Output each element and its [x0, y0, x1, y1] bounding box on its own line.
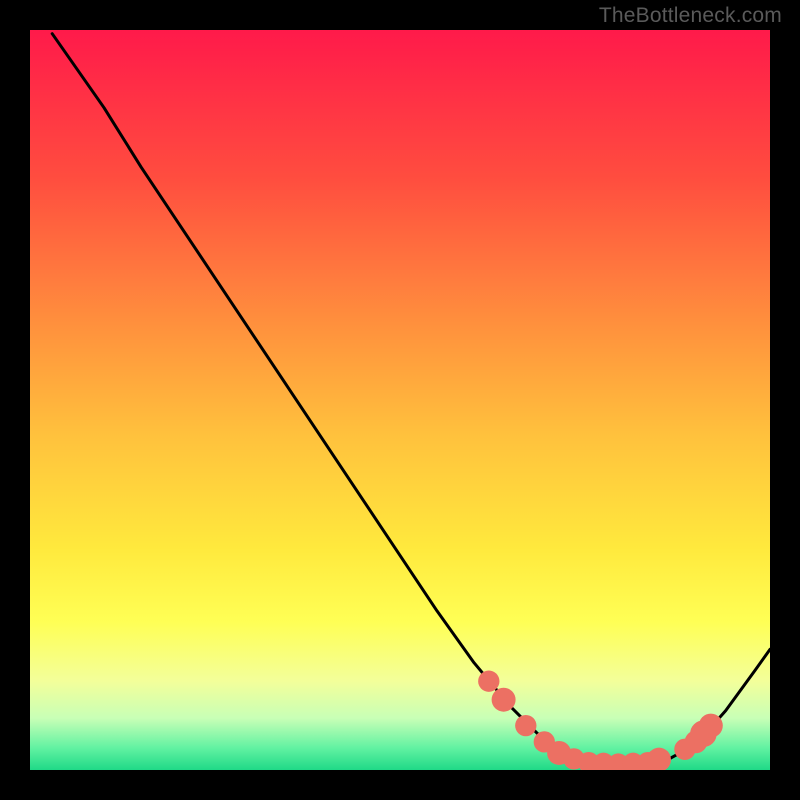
- data-marker: [699, 714, 723, 738]
- chart-area: [30, 30, 770, 770]
- data-marker: [478, 671, 499, 692]
- data-marker: [515, 715, 536, 736]
- chart-svg: [30, 30, 770, 770]
- chart-background: [30, 30, 770, 770]
- watermark-text: TheBottleneck.com: [599, 4, 782, 28]
- data-marker: [492, 688, 516, 712]
